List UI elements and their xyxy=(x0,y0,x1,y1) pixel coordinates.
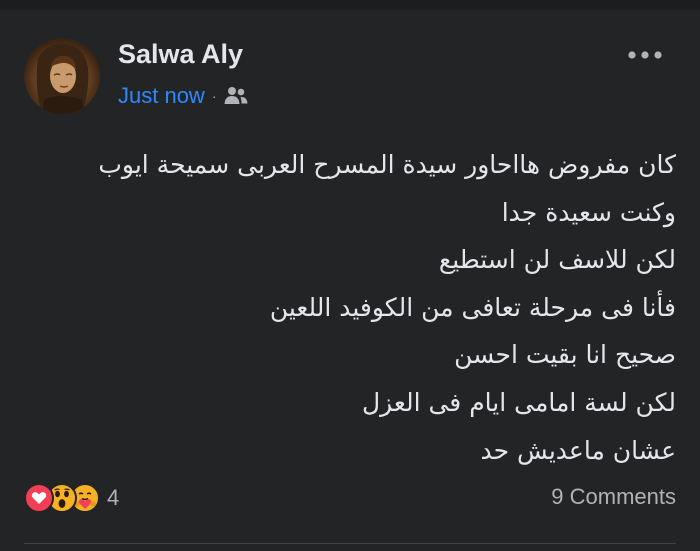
reaction-count: 4 xyxy=(107,485,120,510)
friends-icon[interactable] xyxy=(223,85,249,107)
post-line: عشان ماعديش حد xyxy=(480,435,676,465)
post-line: فأنا فى مرحلة تعافى من الكوفيد اللعين xyxy=(269,292,676,322)
comments-count-link[interactable]: 9 Comments xyxy=(551,484,676,510)
reactions-summary[interactable]: 4 xyxy=(24,483,119,513)
post-line: لكن لسة امامى ايام فى العزل xyxy=(361,387,676,417)
top-divider xyxy=(0,0,700,10)
footer-divider xyxy=(24,543,676,544)
more-horizontal-icon xyxy=(628,51,662,59)
post-footer: 4 9 Comments xyxy=(24,478,676,518)
meta-separator: · xyxy=(211,88,217,104)
post-line: كان مفروض هااحاور سيدة المسرح العربى سمي… xyxy=(98,150,676,179)
post-card: Salwa Aly Just now · كان مفروض هااحاور س… xyxy=(0,0,700,551)
more-options-button[interactable] xyxy=(624,40,666,70)
post-body: كان مفروض هااحاور سيدة المسرح العربى سمي… xyxy=(36,141,676,474)
post-header: Salwa Aly Just now · xyxy=(24,38,674,116)
post-timestamp[interactable]: Just now xyxy=(118,83,205,109)
author-name[interactable]: Salwa Aly xyxy=(118,39,243,70)
post-line: صحيح انا بقيت احسن xyxy=(454,340,676,370)
post-line: وكنت سعيدة جدا xyxy=(501,197,676,227)
avatar[interactable] xyxy=(24,38,100,114)
love-reaction-icon xyxy=(24,483,54,513)
post-meta: Just now · xyxy=(118,81,249,111)
post-line: لكن للاسف لن استطيع xyxy=(438,245,676,275)
